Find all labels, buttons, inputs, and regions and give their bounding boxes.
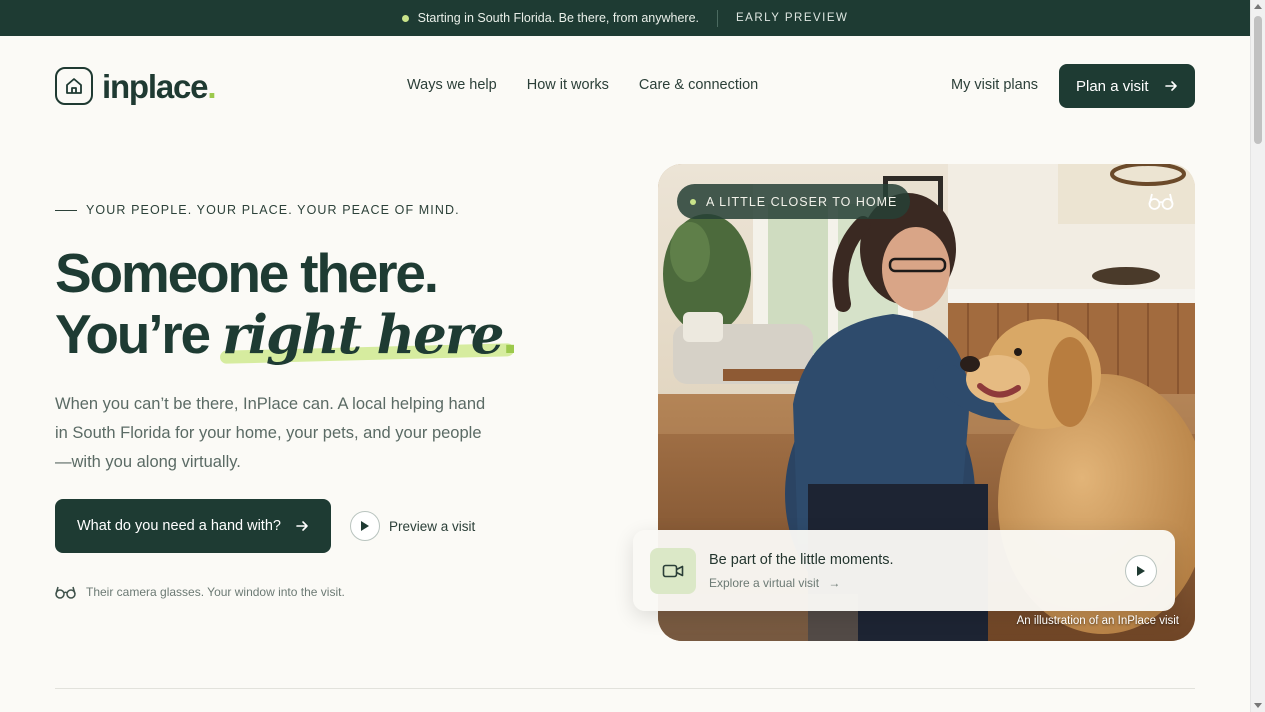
arrow-right-icon [1165, 81, 1177, 91]
explore-virtual-visit-link[interactable]: Explore a virtual visit → [709, 576, 840, 590]
hero-headline: Someone there. You’re right here. [55, 242, 518, 366]
glasses-icon [1148, 193, 1174, 210]
headline-period: . [502, 303, 517, 365]
headline-line-2: You’re right here. [55, 303, 518, 366]
arrow-right-icon [296, 521, 308, 531]
photo-caption: An illustration of an InPlace visit [1016, 615, 1179, 627]
what-do-you-need-button[interactable]: What do you need a hand with? [55, 499, 331, 553]
nav-how-it-works[interactable]: How it works [527, 77, 609, 93]
status-dot-icon [401, 14, 409, 22]
early-preview-badge: EARLY PREVIEW [736, 12, 849, 24]
section-divider [55, 688, 1195, 689]
my-visit-plans-link[interactable]: My visit plans [951, 77, 1038, 93]
play-icon [350, 511, 380, 541]
virtual-visit-card[interactable]: Be part of the little moments. Explore a… [633, 530, 1175, 611]
brand-logo[interactable]: inplace. [55, 67, 216, 105]
what-do-you-need-label: What do you need a hand with? [77, 518, 281, 534]
announcement-bar: Starting in South Florida. Be there, fro… [0, 0, 1250, 36]
preview-a-visit-link[interactable]: Preview a visit [350, 511, 475, 541]
arrow-right-icon: → [828, 576, 841, 590]
eyebrow-text: YOUR PEOPLE. YOUR PLACE. YOUR PEACE OF M… [86, 203, 460, 217]
nav-care-connection[interactable]: Care & connection [639, 77, 758, 93]
glasses-icon [55, 586, 76, 599]
scroll-up-icon[interactable] [1254, 4, 1262, 9]
explore-virtual-visit-label: Explore a virtual visit [709, 576, 820, 590]
announcement-text: Starting in South Florida. Be there, fro… [417, 11, 699, 25]
scroll-down-icon[interactable] [1254, 703, 1262, 708]
closer-to-home-pill: A LITTLE CLOSER TO HOME [677, 184, 911, 219]
camera-glasses-text: Their camera glasses. Your window into t… [86, 585, 345, 599]
house-icon [55, 67, 93, 105]
scrollbar-thumb[interactable] [1254, 16, 1262, 144]
hero-lede: When you can’t be there, InPlace can. A … [55, 395, 486, 471]
hero-eyebrow: YOUR PEOPLE. YOUR PLACE. YOUR PEACE OF M… [55, 203, 460, 217]
main-nav: Ways we help How it works Care & connect… [407, 77, 758, 93]
headline-prefix: You’re [55, 303, 222, 365]
headline-line-1: Someone there. [55, 242, 439, 304]
play-icon[interactable] [1125, 555, 1157, 587]
plan-a-visit-button[interactable]: Plan a visit [1059, 64, 1195, 108]
page-scrollbar[interactable] [1250, 0, 1265, 712]
headline-emphasis: right here [219, 305, 515, 366]
preview-a-visit-label: Preview a visit [389, 518, 476, 534]
brand-wordmark: inplace. [102, 67, 216, 105]
video-camera-icon [650, 548, 696, 594]
camera-glasses-note: Their camera glasses. Your window into t… [55, 585, 345, 599]
closer-to-home-text: A LITTLE CLOSER TO HOME [706, 194, 898, 209]
plan-a-visit-label: Plan a visit [1076, 77, 1149, 95]
eyebrow-rule [55, 209, 77, 211]
nav-ways-we-help[interactable]: Ways we help [407, 77, 497, 93]
status-dot-icon [690, 198, 696, 205]
card-title: Be part of the little moments. [709, 552, 894, 568]
announcement-divider [717, 9, 718, 27]
